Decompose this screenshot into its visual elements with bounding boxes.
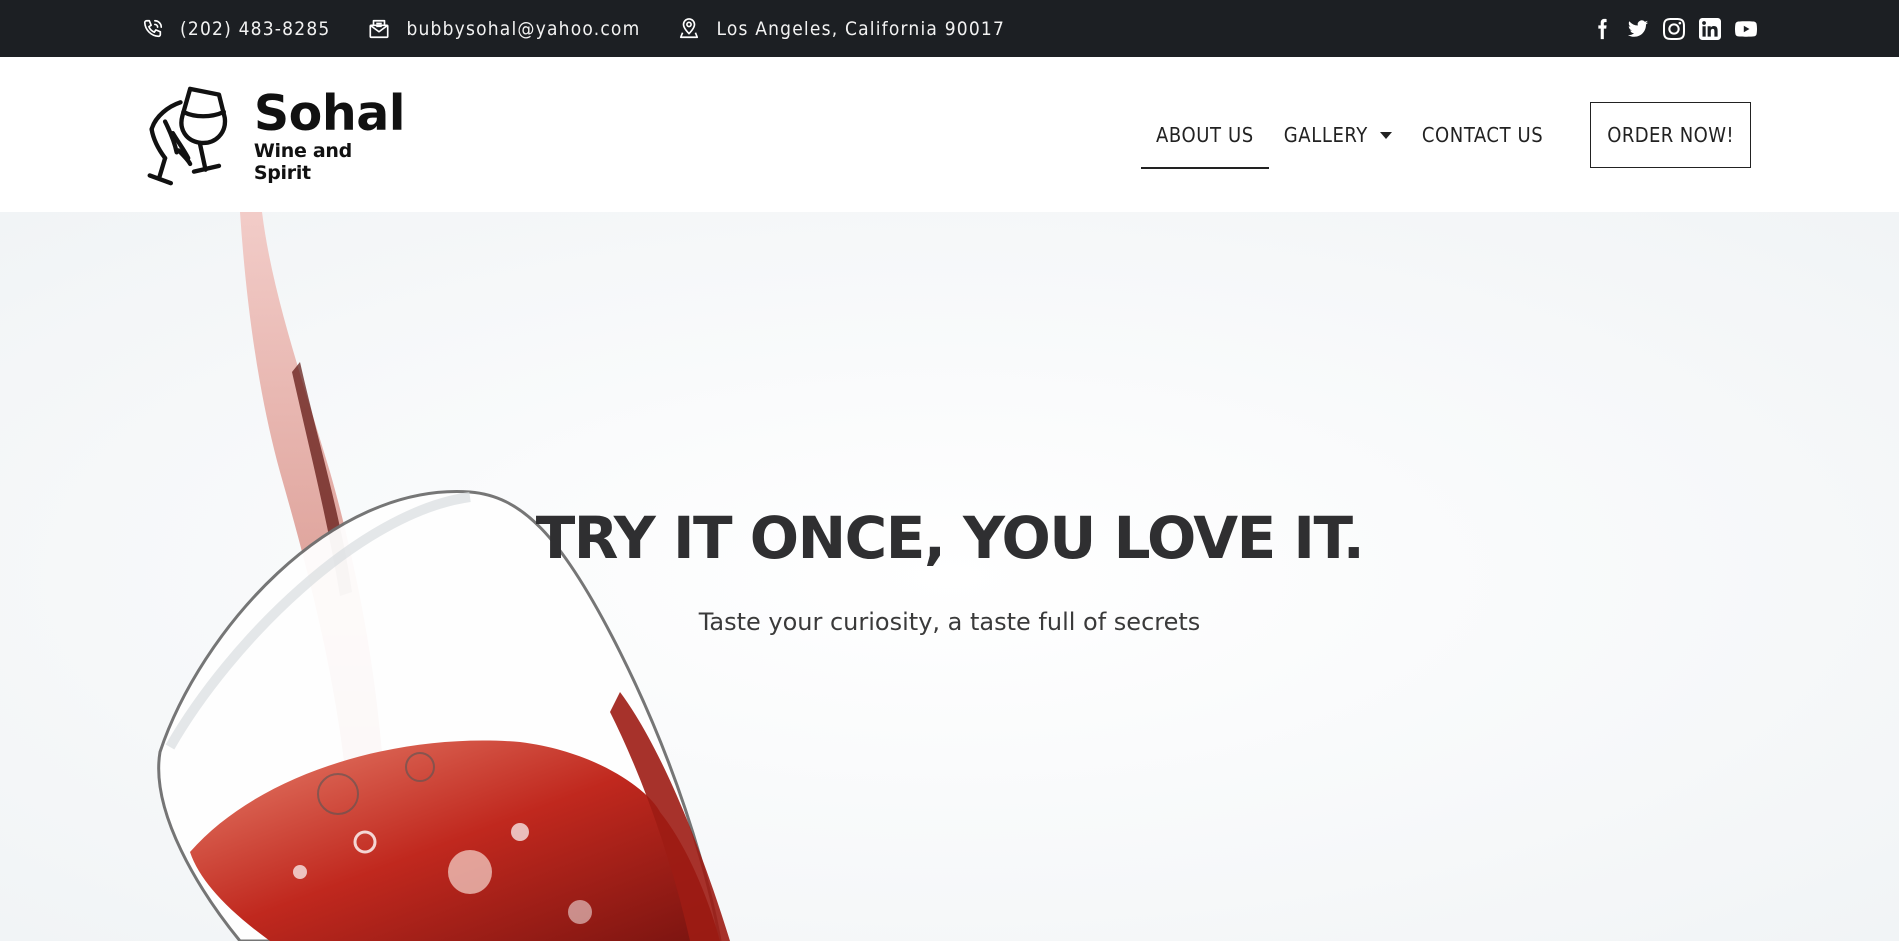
nav-about-us-label: ABOUT US bbox=[1156, 123, 1254, 147]
twitter-icon bbox=[1627, 19, 1649, 37]
nav-contact-us[interactable]: CONTACT US bbox=[1407, 102, 1558, 168]
linkedin-icon bbox=[1699, 17, 1721, 40]
chevron-down-icon bbox=[1379, 131, 1392, 139]
brand-name: Sohal bbox=[253, 85, 406, 142]
phone-contact[interactable]: (202) 483-8285 bbox=[142, 18, 330, 40]
nav-about-us[interactable]: ABOUT US bbox=[1141, 102, 1269, 169]
address-contact[interactable]: Los Angeles, California 90017 bbox=[678, 18, 1005, 40]
address-text: Los Angeles, California 90017 bbox=[716, 17, 1006, 40]
location-pin-icon bbox=[680, 17, 699, 38]
instagram-icon bbox=[1663, 17, 1685, 40]
phone-number: (202) 483-8285 bbox=[180, 17, 331, 40]
wine-glass-hand-icon bbox=[147, 86, 228, 186]
brand-tagline: Wine and Spirit bbox=[253, 140, 352, 184]
youtube-icon bbox=[1735, 20, 1757, 37]
youtube-link[interactable] bbox=[1735, 18, 1757, 40]
site-header: Sohal Wine and Spirit ABOUT US GALLERY C… bbox=[0, 57, 1899, 212]
main-nav: ABOUT US GALLERY CONTACT US ORDER NOW! bbox=[1141, 102, 1751, 169]
facebook-icon bbox=[1598, 18, 1607, 39]
order-now-label: ORDER NOW! bbox=[1607, 123, 1734, 147]
hero-subtitle: Taste your curiosity, a taste full of se… bbox=[698, 608, 1201, 636]
twitter-link[interactable] bbox=[1627, 18, 1649, 40]
nav-gallery-label: GALLERY bbox=[1283, 123, 1368, 147]
nav-gallery[interactable]: GALLERY bbox=[1269, 102, 1407, 168]
linkedin-link[interactable] bbox=[1699, 17, 1721, 40]
phone-icon bbox=[143, 19, 163, 37]
social-links bbox=[1577, 0, 1757, 57]
envelope-icon bbox=[369, 19, 390, 38]
hero-title: TRY IT ONCE, YOU LOVE IT. bbox=[535, 504, 1365, 572]
top-bar: (202) 483-8285 bubbysohal@yahoo.com Los … bbox=[0, 0, 1899, 57]
contact-info: (202) 483-8285 bubbysohal@yahoo.com Los … bbox=[142, 0, 1043, 57]
email-address: bubbysohal@yahoo.com bbox=[406, 17, 641, 40]
instagram-link[interactable] bbox=[1663, 17, 1685, 40]
wine-pour-image bbox=[0, 212, 1899, 941]
site-logo[interactable]: Sohal Wine and Spirit bbox=[142, 81, 412, 191]
facebook-link[interactable] bbox=[1591, 18, 1613, 40]
nav-contact-us-label: CONTACT US bbox=[1421, 123, 1544, 147]
order-now-button[interactable]: ORDER NOW! bbox=[1590, 102, 1751, 168]
email-contact[interactable]: bubbysohal@yahoo.com bbox=[368, 18, 640, 40]
hero-section: TRY IT ONCE, YOU LOVE IT. Taste your cur… bbox=[0, 212, 1899, 941]
